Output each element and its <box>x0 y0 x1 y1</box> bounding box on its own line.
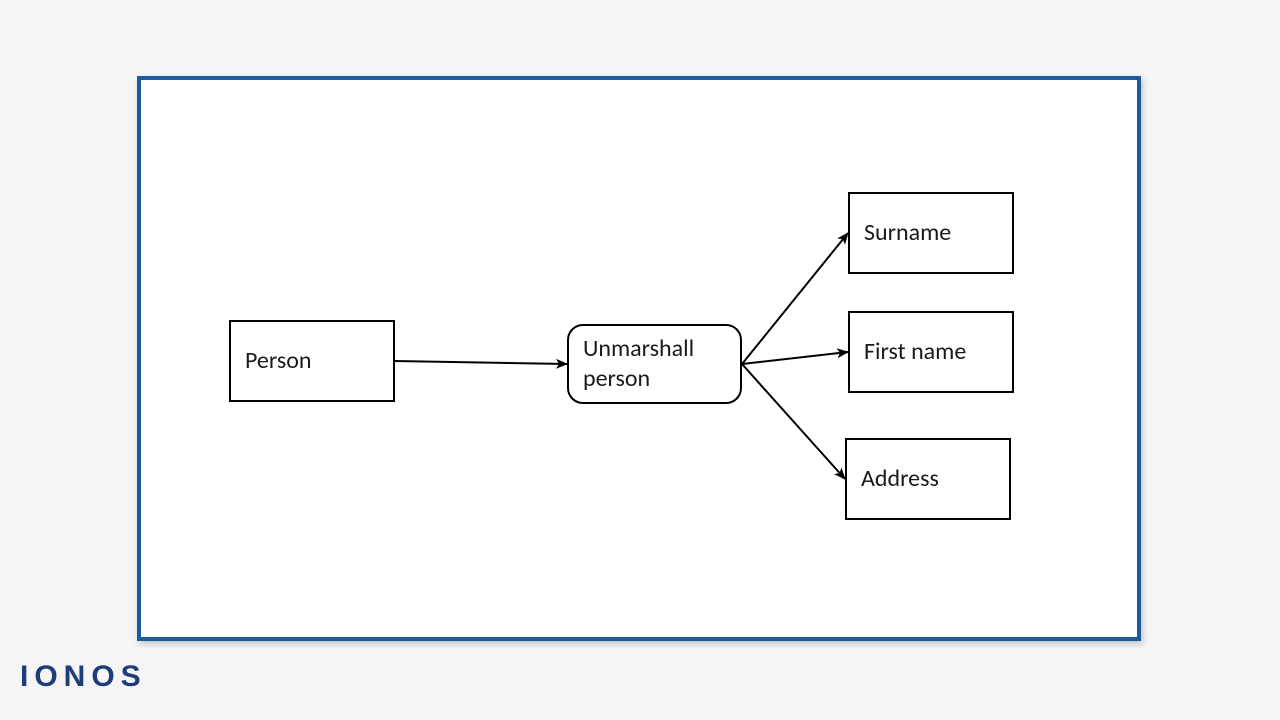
node-firstname-label: First name <box>864 337 966 367</box>
diagram-frame: Person Unmarshall person Surname First n… <box>137 76 1141 641</box>
node-person-label: Person <box>245 346 311 376</box>
node-firstname: First name <box>848 311 1014 393</box>
arrow-unmarshall-to-firstname <box>742 352 848 364</box>
arrow-person-to-unmarshall <box>395 361 567 364</box>
arrow-unmarshall-to-surname <box>742 233 848 364</box>
brand-logo: IONOS <box>20 660 147 694</box>
node-unmarshall-label: Unmarshall person <box>583 334 726 394</box>
node-surname-label: Surname <box>864 218 951 248</box>
node-surname: Surname <box>848 192 1014 274</box>
arrow-unmarshall-to-address <box>742 364 845 479</box>
node-person: Person <box>229 320 395 402</box>
node-unmarshall: Unmarshall person <box>567 324 742 404</box>
node-address: Address <box>845 438 1011 520</box>
node-address-label: Address <box>861 464 939 494</box>
